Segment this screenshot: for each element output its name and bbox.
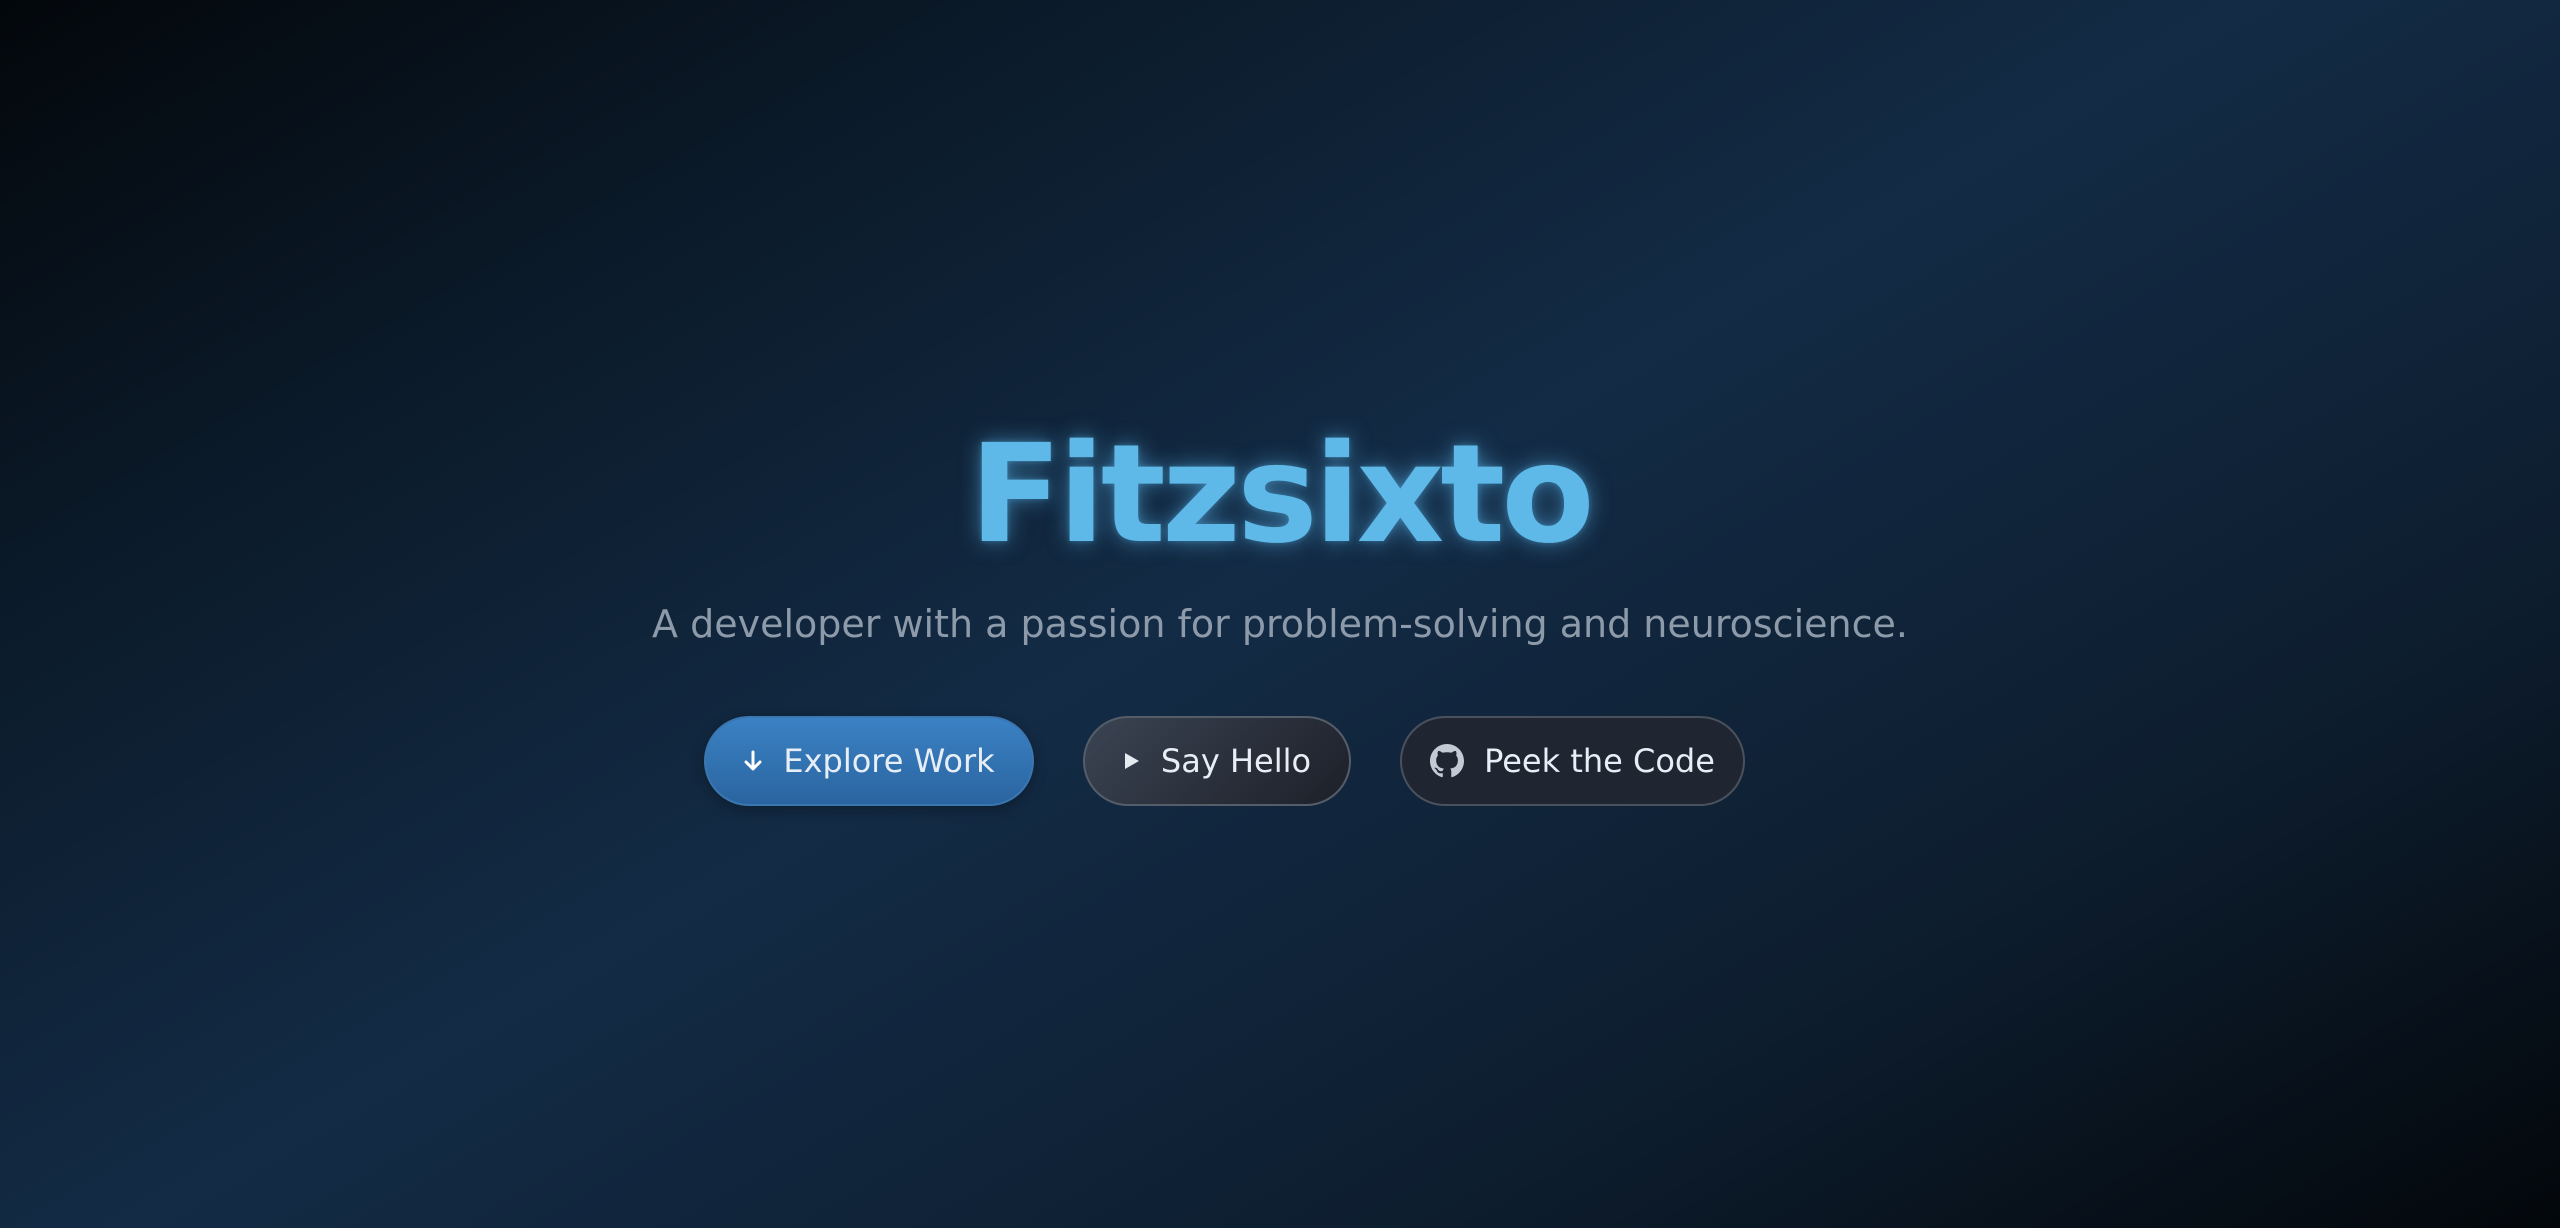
play-icon xyxy=(1123,751,1141,771)
arrow-down-icon xyxy=(743,749,763,773)
hero-title: Fitzsixto xyxy=(969,416,1594,574)
say-hello-label: Say Hello xyxy=(1160,742,1312,780)
explore-work-label: Explore Work xyxy=(783,742,995,780)
hero-section: Fitzsixto A developer with a passion for… xyxy=(0,0,2560,1228)
peek-code-label: Peek the Code xyxy=(1484,742,1715,780)
explore-work-button[interactable]: Explore Work xyxy=(704,716,1034,806)
say-hello-button[interactable]: Say Hello xyxy=(1083,716,1351,806)
peek-code-button[interactable]: Peek the Code xyxy=(1400,716,1745,806)
hero-subtitle: A developer with a passion for problem-s… xyxy=(652,602,1908,646)
github-icon xyxy=(1430,744,1465,778)
